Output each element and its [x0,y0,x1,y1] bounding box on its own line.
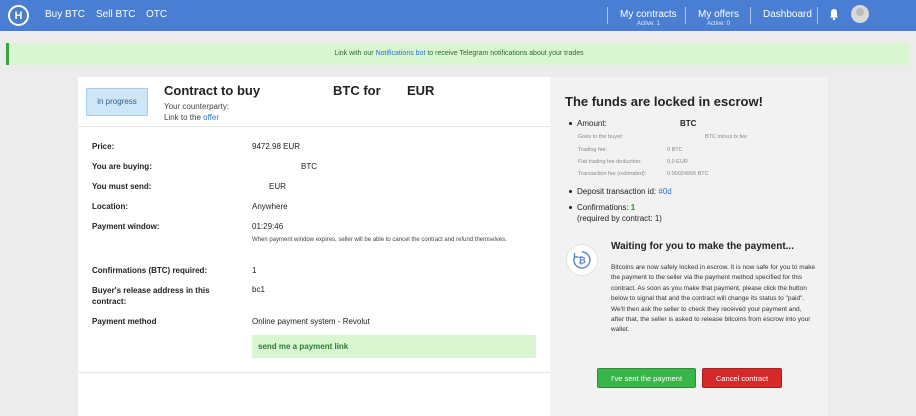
nav-my-contracts[interactable]: My contracts Active: 1 [620,9,677,27]
nav-separator [817,7,818,24]
payment-window-label: Payment window: [92,222,160,231]
location-label: Location: [92,202,128,211]
price-label: Price: [92,142,115,151]
confirmations-required-value: 1 [252,266,257,275]
deposit-tx-row: Deposit transaction id: #0d [569,187,672,196]
confirmations-value: 1 [630,203,636,212]
buying-label: You are buying: [92,162,152,171]
svg-text:₿: ₿ [578,256,585,267]
top-navbar: H Buy BTC Sell BTC OTC My contracts Acti… [0,0,916,31]
amount-value: BTC [680,119,697,128]
nav-my-offers[interactable]: My offers Active: 0 [698,9,739,27]
tx-fee-value: 0.00024956 BTC [667,171,709,177]
offer-link[interactable]: offer [203,113,219,122]
nav-my-offers-label: My offers [698,9,739,20]
nav-otc[interactable]: OTC [146,9,167,20]
nav-sell-btc[interactable]: Sell BTC [96,9,135,20]
waiting-description: Bitcoins are now safely locked in escrow… [611,264,816,334]
payment-window-note: When payment window expires, seller will… [252,237,507,243]
confirmations-row: Confirmations: 1 [568,203,636,212]
payment-link-box[interactable]: send me a payment link [252,335,536,358]
telegram-banner: Link with our Notifications bot to recei… [6,43,909,65]
waiting-title: Waiting for you to make the payment... [611,241,794,252]
contract-title-mid: BTC for [333,83,381,98]
escrow-panel: The funds are locked in escrow! Amount: … [550,77,828,416]
buying-value: BTC [301,162,317,171]
trading-fee-value: 0 BTC [667,147,683,153]
cancel-contract-button[interactable]: Cancel contract [702,368,782,388]
fiat-fee-label: Fiat trading fee deduction: [578,159,642,165]
tx-fee-label: Transaction fee (estimated): [578,171,647,177]
card-divider [78,372,550,373]
user-avatar[interactable] [851,5,869,23]
send-value: EUR [269,182,286,191]
contract-card: in progress Contract to buy BTC for EUR … [78,77,550,416]
confirmations-label: Confirmations: [577,203,631,212]
offer-link-row: Link to the offer [164,113,219,122]
hodlhodl-logo-icon[interactable]: H [8,5,29,26]
payment-method-value: Online payment system - Revolut [252,317,370,326]
amount-label: Amount: [577,119,607,128]
counterparty-label: Your counterparty: [164,102,230,111]
status-badge: in progress [86,88,148,116]
nav-my-offers-count: Active: 0 [706,21,730,27]
nav-my-contracts-label: My contracts [620,9,677,20]
deposit-tx-label: Deposit transaction id: [577,187,659,196]
required-confirmations-note: (required by contract: 1) [577,214,662,223]
banner-text-post: to receive Telegram notifications about … [425,50,584,57]
contract-header: in progress Contract to buy BTC for EUR … [78,77,550,127]
bell-icon[interactable] [829,8,839,21]
release-address-value: bc1 [252,285,265,294]
nav-separator [685,7,686,24]
location-value: Anywhere [252,202,288,211]
confirmations-required-label: Confirmations (BTC) required: [92,266,208,275]
amount-row: Amount: [569,119,607,128]
notifications-bot-link[interactable]: Notifications bot [376,50,426,57]
payment-method-label: Payment method [92,317,157,326]
offer-link-prefix: Link to the [164,113,204,122]
nav-my-contracts-count: Active: 1 [636,21,660,27]
goes-to-buyer-value: BTC minus tx fee [705,134,748,140]
goes-to-buyer-label: Goes to the buyer: [578,134,624,140]
fiat-fee-value: 0.0 EUR [667,159,688,165]
deposit-tx-link[interactable]: #0d [658,187,671,196]
escrow-title: The funds are locked in escrow! [565,94,763,109]
sent-payment-button[interactable]: I've sent the payment [597,368,696,388]
payment-window-timer: 01:29:46 [252,222,284,231]
price-value: 9472.98 EUR [252,142,301,151]
nav-dashboard[interactable]: Dashboard [763,9,812,20]
banner-text-pre: Link with our [334,50,376,57]
nav-separator [750,7,751,24]
nav-separator [607,7,608,24]
contract-title-prefix: Contract to buy [164,83,261,98]
bitcoin-clock-icon: ₿ [566,244,598,276]
send-label: You must send: [92,182,152,191]
contract-title-currency: EUR [407,83,435,98]
release-address-label: Buyer's release address in this contract… [92,286,210,306]
nav-buy-btc[interactable]: Buy BTC [45,9,85,20]
trading-fee-label: Trading fee: [578,147,608,153]
